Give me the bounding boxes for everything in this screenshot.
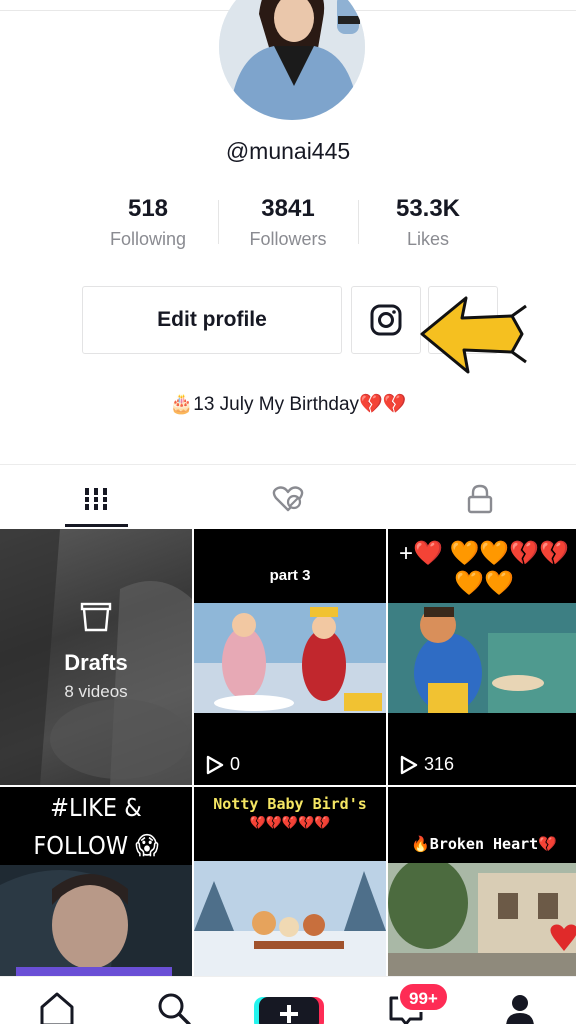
drafts-box-icon [80,602,112,632]
bottom-nav [0,976,576,1024]
video-thumbnail [388,603,576,713]
play-icon [206,755,224,774]
stat-label: Followers [249,229,327,249]
video-caption: +❤️ 🧡🧡💔💔🧡🧡 [398,540,570,597]
bio-text: 🎂13 July My Birthday💔💔 [169,394,407,415]
discover-icon[interactable] [156,991,192,1024]
liked-hidden-icon [272,486,304,512]
video-caption: Notty Baby Bird's [213,795,367,813]
drafts-title: Drafts [64,650,128,675]
stat-value: 53.3K [395,195,461,222]
video-caption: #LIKE & FOLLOW 😱 [33,793,159,860]
inbox-badge: 99+ [398,982,449,1012]
stat-value: 3841 [261,195,315,222]
edit-profile-button[interactable]: Edit profile [82,286,342,354]
video-grid: Drafts 8 videos part 3 0 +❤️ 🧡🧡💔💔🧡🧡 316 … [0,529,576,977]
play-icon [400,755,418,774]
stat-label: Likes [406,229,450,249]
tab-private[interactable] [384,470,576,528]
drafts-tile[interactable]: Drafts 8 videos [0,529,192,785]
profile-icon[interactable] [504,993,536,1024]
video-tile[interactable]: part 3 0 [194,529,386,785]
lock-icon [467,484,493,514]
play-count: 316 [400,754,454,775]
stat-following[interactable]: 518 Following [78,194,218,260]
tabs-divider [0,464,576,465]
video-caption: 🔥Broken Heart💔 [411,835,557,853]
active-tab-indicator [65,524,128,527]
video-caption: part 3 [269,567,311,584]
video-caption-sub: 💔💔💔💔💔 [249,815,331,830]
video-tile[interactable]: #LIKE & FOLLOW 😱 [0,787,192,977]
play-count: 0 [206,754,240,775]
video-thumbnail [194,861,386,977]
arrow-pointer-icon [420,296,527,374]
drafts-info: Drafts 8 videos [0,599,192,702]
video-thumbnail [388,863,576,977]
video-thumbnail [194,603,386,713]
video-tile[interactable]: 🔥Broken Heart💔 [388,787,576,977]
stat-likes[interactable]: 53.3K Likes [358,194,498,260]
play-count-value: 316 [424,754,455,774]
stat-followers[interactable]: 3841 Followers [218,194,358,260]
home-icon[interactable] [38,991,76,1024]
stat-label: Following [109,229,187,249]
create-button[interactable] [254,997,324,1024]
drafts-count: 8 videos [64,682,128,701]
grid-icon [83,488,109,510]
username: @munai445 [225,138,351,164]
stat-value: 518 [127,195,169,222]
tab-videos[interactable] [0,470,192,528]
instagram-icon [370,304,402,336]
avatar[interactable] [219,0,365,120]
profile-tabs [0,470,576,528]
video-tile[interactable]: Notty Baby Bird's 💔💔💔💔💔 [194,787,386,977]
tab-liked[interactable] [192,470,384,528]
video-thumbnail [0,865,192,977]
instagram-button[interactable] [351,286,421,354]
video-tile[interactable]: +❤️ 🧡🧡💔💔🧡🧡 316 [388,529,576,785]
play-count-value: 0 [230,754,241,774]
profile-stats: 518 Following 3841 Followers 53.3K Likes [78,194,498,260]
